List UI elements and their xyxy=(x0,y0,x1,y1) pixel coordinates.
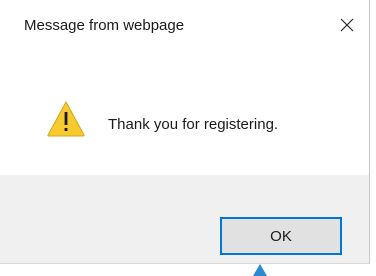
dialog-message: Thank you for registering. xyxy=(108,116,279,133)
warning-icon xyxy=(47,100,85,137)
dialog-body: Thank you for registering. xyxy=(0,50,369,175)
close-icon[interactable] xyxy=(332,10,362,40)
dialog-titlebar: Message from webpage xyxy=(0,0,369,50)
dialog-footer: OK xyxy=(0,175,369,263)
mouse-pointer-icon xyxy=(253,264,267,276)
message-dialog: Message from webpage Thank you for regis… xyxy=(0,0,370,264)
ok-button[interactable]: OK xyxy=(220,217,342,255)
dialog-title: Message from webpage xyxy=(24,17,185,34)
